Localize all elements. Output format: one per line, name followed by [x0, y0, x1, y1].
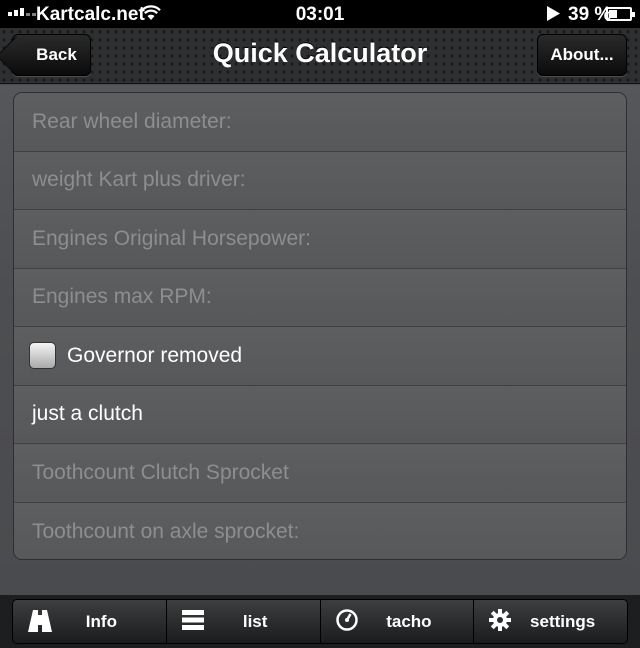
- calculator-form: Rear wheel diameter: weight Kart plus dr…: [13, 92, 627, 560]
- tab-settings[interactable]: settings: [474, 600, 627, 643]
- clutch-type-select[interactable]: just a clutch: [14, 385, 626, 444]
- about-button-label: About...: [550, 45, 614, 64]
- gear-icon: [488, 608, 512, 637]
- battery-icon: [606, 7, 635, 21]
- engine-max-rpm-field[interactable]: Engines max RPM:: [14, 268, 626, 327]
- tab-list-label: list: [242, 611, 268, 631]
- play-icon: [547, 5, 560, 27]
- nav-bar: Back Quick Calculator About...: [0, 28, 640, 84]
- tab-info-label: Info: [85, 611, 117, 631]
- battery-percent: 39 %: [568, 4, 612, 25]
- weight-kart-driver-field[interactable]: weight Kart plus driver:: [14, 151, 626, 210]
- main-content: Rear wheel diameter: weight Kart plus dr…: [0, 85, 640, 595]
- rear-wheel-diameter-field[interactable]: Rear wheel diameter:: [14, 93, 626, 152]
- governor-removed-row[interactable]: Governor removed: [14, 327, 626, 386]
- governor-removed-label: Governor removed: [67, 343, 243, 367]
- clutch-sprocket-teeth-field[interactable]: Toothcount Clutch Sprocket: [14, 444, 626, 503]
- tab-bar: Info list tacho settings: [0, 595, 640, 648]
- about-button[interactable]: About...: [537, 34, 627, 76]
- tab-info[interactable]: Info: [13, 600, 167, 643]
- status-bar: Kartcalc.net 03:01 39 %: [0, 0, 640, 28]
- tachometer-icon: [335, 608, 359, 637]
- governor-removed-checkbox[interactable]: [29, 342, 56, 370]
- status-time: 03:01: [295, 4, 345, 25]
- tab-tacho[interactable]: tacho: [320, 600, 475, 643]
- list-icon: [181, 608, 205, 637]
- tab-settings-label: settings: [530, 611, 596, 631]
- tab-tacho-label: tacho: [386, 611, 432, 631]
- road-icon: [27, 608, 53, 639]
- tab-list[interactable]: list: [166, 600, 321, 643]
- axle-sprocket-teeth-field[interactable]: Toothcount on axle sprocket:: [14, 502, 626, 559]
- engine-horsepower-field[interactable]: Engines Original Horsepower:: [14, 210, 626, 269]
